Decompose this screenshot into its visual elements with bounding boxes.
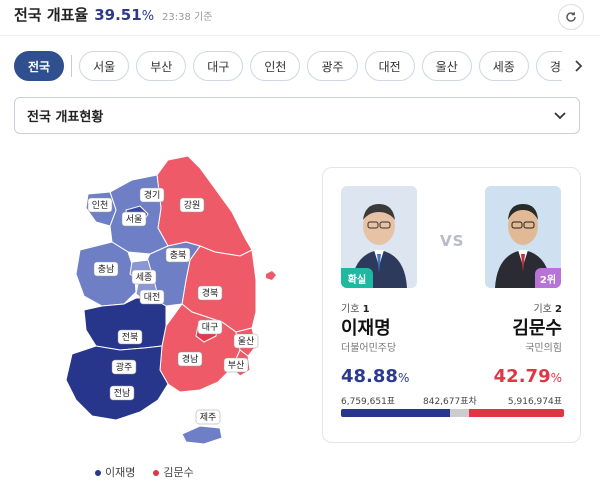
region-gangwon[interactable]	[156, 155, 253, 257]
map-label-seoul: 서울	[126, 214, 143, 225]
map-label-jeonnam: 전남	[114, 388, 131, 399]
map-label-ulsan: 울산	[238, 336, 255, 347]
map-label-sejong: 세종	[136, 272, 153, 283]
map-label-gwangju: 광주	[116, 361, 133, 373]
map-label-incheon: 인천	[92, 200, 109, 211]
votes-lee: 6,759,651표	[341, 397, 396, 407]
tab-울산[interactable]: 울산	[421, 51, 472, 81]
map-label-jeonbuk: 전북	[122, 332, 139, 343]
map-label-chungbuk: 충북	[170, 250, 187, 261]
count-rate: 39.51%	[94, 6, 155, 24]
map-label-jeju: 제주	[200, 412, 217, 423]
bar-segment-gap	[450, 409, 469, 417]
candidate-photo-lee: 확실	[341, 186, 417, 288]
region-jeonnam[interactable]	[65, 345, 169, 421]
badge-second: 2위	[535, 268, 561, 288]
candidate-name-lee: 이재명	[341, 318, 391, 339]
region-select-label: 전국 개표현황	[27, 110, 104, 125]
refresh-button[interactable]	[558, 4, 584, 30]
map-label-gyeongnam: 경남	[182, 353, 199, 365]
page-title: 전국 개표율	[14, 6, 89, 24]
tab-서울[interactable]: 서울	[79, 51, 130, 81]
chevron-right-icon[interactable]	[572, 58, 586, 74]
candidate-comparison-card: 확실 VS 2위 기호 1 기호 2 이재명 김문수 더불어민주당 국민의힘 4…	[322, 167, 581, 443]
candidate-name-kim: 김문수	[512, 318, 562, 339]
tab-인천[interactable]: 인천	[250, 51, 301, 81]
legend-dot-red	[153, 470, 160, 476]
map-label-gangwon: 강원	[184, 200, 201, 211]
region-tabs: 전국 서울 부산 대구 인천 광주 대전 울산 세종 경기	[14, 50, 562, 82]
tab-전국[interactable]: 전국	[14, 51, 65, 81]
legend-item-lee: 이재명	[95, 464, 135, 480]
vs-label: VS	[440, 232, 465, 250]
legend-dot-blue	[95, 470, 101, 476]
map-label-gyeongbuk: 경북	[202, 287, 219, 299]
tab-대구[interactable]: 대구	[193, 51, 244, 81]
header: 전국 개표율 39.51% 23:38 기준	[14, 4, 212, 28]
bar-segment-lee	[341, 409, 450, 417]
badge-confirmed: 확실	[341, 268, 373, 288]
map-label-chungnam: 충남	[98, 264, 115, 275]
legend-item-kim: 김문수	[153, 464, 194, 480]
korea-election-map: 경기 강원 인천 서울 충북 충남 세종 대전 경북 대구 전북 울산 경남 부…	[65, 155, 276, 445]
region-select[interactable]: 전국 개표현황	[14, 97, 580, 134]
tab-separator	[71, 55, 73, 77]
tab-대전[interactable]: 대전	[364, 51, 415, 81]
vote-share-lee: 48.88%	[341, 366, 410, 387]
map-label-daegu: 대구	[202, 322, 219, 333]
region-ulleung	[266, 271, 276, 280]
map-label-daejeon: 대전	[144, 292, 161, 303]
map-label-busan: 부산	[228, 360, 245, 371]
region-jeju[interactable]	[181, 425, 223, 445]
tab-광주[interactable]: 광주	[307, 51, 358, 81]
tab-부산[interactable]: 부산	[136, 51, 187, 81]
map-legend: 이재명 김문수	[95, 464, 194, 480]
update-time: 23:38 기준	[162, 12, 213, 23]
candidate-number-lee: 기호 1	[341, 304, 370, 315]
candidate-party-kim: 국민의힘	[525, 343, 562, 354]
header-divider	[0, 35, 600, 36]
bar-segment-kim	[468, 409, 564, 417]
refresh-icon	[566, 12, 576, 22]
candidate-party-lee: 더불어민주당	[341, 343, 397, 354]
vote-difference: 842,677표차	[423, 397, 477, 407]
votes-kim: 5,916,974표	[507, 397, 562, 407]
tab-경기[interactable]: 경기	[535, 51, 562, 81]
map-label-gyeonggi: 경기	[144, 189, 161, 201]
tab-세종[interactable]: 세종	[478, 51, 529, 81]
candidate-photo-kim: 2위	[485, 186, 561, 288]
vote-share-kim: 42.79%	[493, 366, 562, 387]
vote-share-bar	[341, 409, 564, 417]
chevron-down-icon	[554, 111, 566, 119]
candidate-number-kim: 기호 2	[533, 304, 562, 315]
